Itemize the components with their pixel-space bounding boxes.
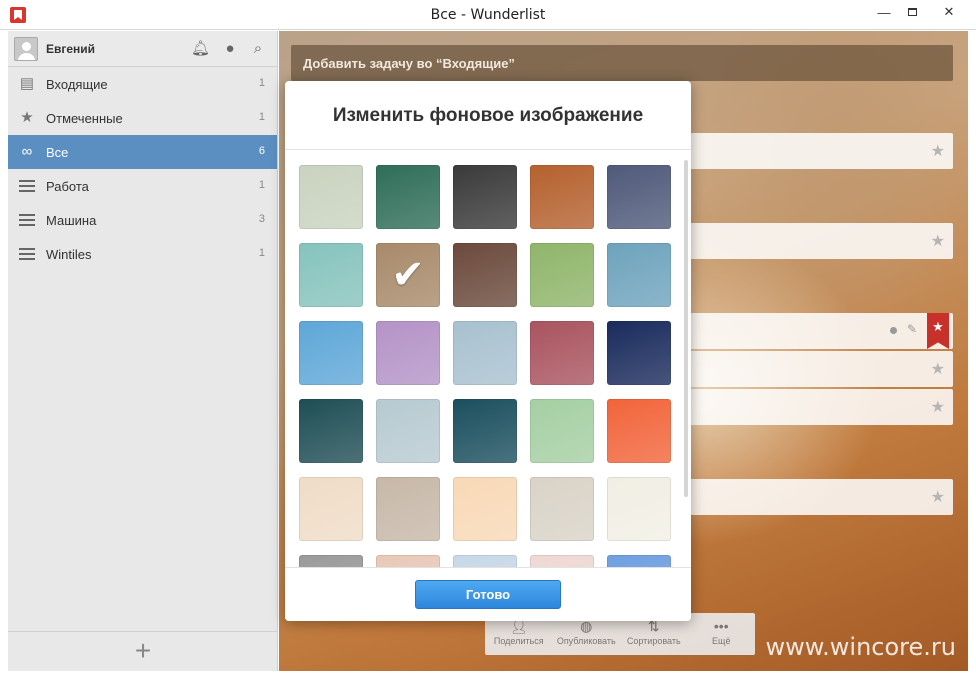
sidebar-item-count: 3 xyxy=(258,213,265,225)
more-button[interactable]: ••• Ещё xyxy=(688,613,756,655)
add-task-input[interactable]: Добавить задачу во “Входящие” xyxy=(291,45,953,81)
dialog-footer: Готово xyxy=(285,567,691,621)
star-icon[interactable]: ★ xyxy=(931,487,945,507)
toolbar-label: Ещё xyxy=(712,636,731,646)
sidebar-item-count: 6 xyxy=(258,145,265,157)
list-icon xyxy=(19,214,35,226)
list-icon xyxy=(19,248,35,260)
background-swatch[interactable] xyxy=(299,165,363,229)
background-swatch[interactable] xyxy=(453,399,517,463)
sidebar: Евгений 🔔︎ ● ⌕ ▤ Входящие 1 ★ Отмеченные… xyxy=(8,31,278,671)
dialog-title: Изменить фоновое изображение xyxy=(285,81,691,150)
task-row[interactable]: ★ xyxy=(683,133,953,169)
background-swatch[interactable] xyxy=(453,555,517,567)
avatar[interactable] xyxy=(14,37,38,61)
background-swatch[interactable] xyxy=(607,477,671,541)
background-swatch[interactable] xyxy=(453,321,517,385)
background-swatch[interactable] xyxy=(530,555,594,567)
background-swatch[interactable] xyxy=(299,399,363,463)
star-icon[interactable]: ★ xyxy=(931,231,945,251)
background-swatch[interactable] xyxy=(299,555,363,567)
done-button[interactable]: Готово xyxy=(415,580,561,609)
close-button[interactable]: ✕ xyxy=(926,0,972,24)
task-row[interactable]: ★ xyxy=(683,351,953,387)
user-header: Евгений 🔔︎ ● ⌕ xyxy=(8,31,277,67)
background-swatch-grid: ✔ xyxy=(285,151,691,567)
background-swatch[interactable] xyxy=(530,321,594,385)
chat-bubble-icon[interactable]: ● xyxy=(221,40,239,58)
more-icon: ••• xyxy=(713,618,729,634)
note-dot-icon xyxy=(890,327,897,334)
background-swatch[interactable] xyxy=(530,399,594,463)
toolbar-label: Поделиться xyxy=(493,636,544,646)
background-swatch[interactable] xyxy=(530,165,594,229)
background-swatch[interactable] xyxy=(530,243,594,307)
background-swatch[interactable] xyxy=(299,243,363,307)
infinity-icon: ∞ xyxy=(21,143,33,160)
background-swatch[interactable] xyxy=(376,399,440,463)
background-swatch[interactable] xyxy=(453,243,517,307)
sidebar-item-count: 1 xyxy=(258,247,265,259)
checkmark-icon: ✔ xyxy=(391,253,425,297)
sidebar-item-label: Работа xyxy=(46,178,89,194)
task-row[interactable]: ★ xyxy=(683,223,953,259)
starred-flag-icon[interactable]: ★ xyxy=(927,313,949,349)
watermark: www.wincore.ru xyxy=(765,633,956,661)
user-name[interactable]: Евгений xyxy=(46,42,95,56)
sidebar-item-car[interactable]: Машина 3 xyxy=(8,203,277,237)
background-swatch[interactable] xyxy=(299,477,363,541)
search-icon[interactable]: ⌕ xyxy=(249,40,267,58)
toolbar-label: Опубликовать xyxy=(556,636,616,646)
background-swatch[interactable] xyxy=(376,165,440,229)
background-swatch[interactable] xyxy=(530,477,594,541)
sidebar-item-count: 1 xyxy=(258,77,265,89)
task-row[interactable]: ✎ ★ xyxy=(683,313,953,349)
task-row[interactable]: ★ xyxy=(683,389,953,425)
sidebar-item-inbox[interactable]: ▤ Входящие 1 xyxy=(8,67,277,101)
background-swatch[interactable] xyxy=(299,321,363,385)
task-row[interactable]: ★ xyxy=(683,479,953,515)
star-icon: ★ xyxy=(20,109,34,126)
sidebar-item-label: Машина xyxy=(46,212,97,228)
add-list-button[interactable]: + xyxy=(8,631,278,671)
star-icon[interactable]: ★ xyxy=(931,141,945,161)
maximize-icon xyxy=(907,8,917,16)
background-swatch[interactable] xyxy=(607,555,671,567)
list-icon xyxy=(19,180,35,192)
bell-icon[interactable]: 🔔︎ xyxy=(191,40,210,58)
maximize-button[interactable] xyxy=(898,0,926,24)
background-swatch[interactable] xyxy=(453,477,517,541)
background-swatch[interactable] xyxy=(607,399,671,463)
sidebar-item-label: Входящие xyxy=(46,76,108,92)
minimize-button[interactable]: — xyxy=(870,0,898,24)
sidebar-item-wintiles[interactable]: Wintiles 1 xyxy=(8,237,277,271)
sidebar-item-count: 1 xyxy=(258,111,265,123)
background-swatch[interactable] xyxy=(376,321,440,385)
background-swatch[interactable] xyxy=(376,555,440,567)
toolbar-label: Сортировать xyxy=(626,636,681,646)
background-swatch[interactable] xyxy=(607,321,671,385)
background-swatch[interactable] xyxy=(453,165,517,229)
sidebar-item-count: 1 xyxy=(258,179,265,191)
sidebar-item-label: Wintiles xyxy=(46,246,92,262)
star-icon[interactable]: ★ xyxy=(931,359,945,379)
sidebar-item-starred[interactable]: ★ Отмеченные 1 xyxy=(8,101,277,135)
background-picker-dialog: Изменить фоновое изображение ✔ Готово xyxy=(285,81,691,621)
background-swatch[interactable] xyxy=(376,477,440,541)
star-icon[interactable]: ★ xyxy=(931,397,945,417)
inbox-icon: ▤ xyxy=(19,75,35,92)
window-titlebar: Все - Wunderlist — ✕ xyxy=(0,0,976,30)
swatch-scrollbar[interactable] xyxy=(684,160,688,497)
sidebar-item-work[interactable]: Работа 1 xyxy=(8,169,277,203)
sidebar-item-label: Все xyxy=(46,144,69,160)
sidebar-item-label: Отмеченные xyxy=(46,110,123,126)
sidebar-item-all[interactable]: ∞ Все 6 xyxy=(8,135,277,169)
background-swatch[interactable] xyxy=(607,165,671,229)
pin-icon: ✎ xyxy=(906,322,917,336)
window-title: Все - Wunderlist xyxy=(430,7,546,23)
background-swatch[interactable]: ✔ xyxy=(376,243,440,307)
background-swatch[interactable] xyxy=(607,243,671,307)
